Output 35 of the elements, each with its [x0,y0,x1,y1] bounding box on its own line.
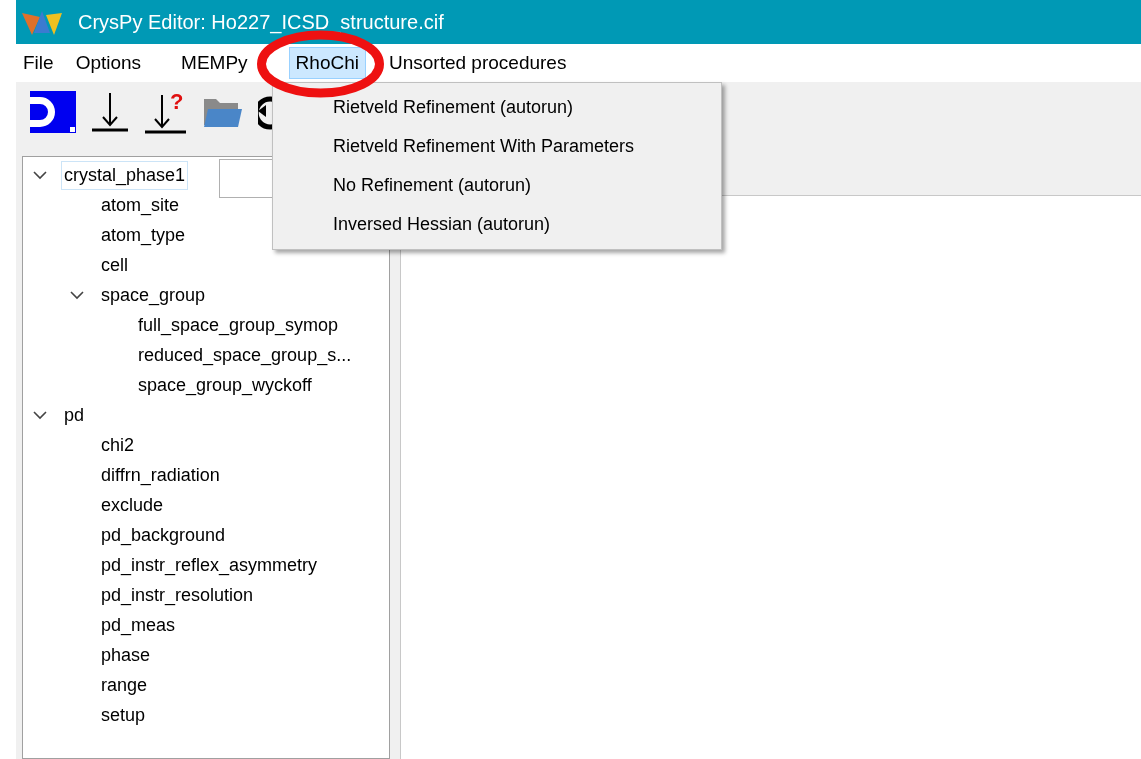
menu-item[interactable]: MEMPy [174,46,255,80]
menu-option[interactable]: No Refinement (autorun) [273,166,721,205]
tree-item[interactable]: space_group_wyckoff [135,370,315,400]
tree-item[interactable]: pd_background [98,520,229,550]
tree-item[interactable]: full_space_group_symop [135,310,342,340]
tree-item[interactable]: pd_instr_resolution [98,580,257,610]
menu-item[interactable]: File [16,46,61,80]
menu-item[interactable]: Unsorted procedures [382,46,574,80]
tree-item[interactable]: diffrn_radiation [98,460,223,490]
tree-item[interactable]: phase [98,640,154,670]
chevron-down-icon[interactable] [33,170,47,180]
tree-item[interactable]: atom_type [98,220,189,250]
tree-item[interactable]: setup [98,700,149,730]
menu-item[interactable]: Options [68,46,149,80]
input-field[interactable] [219,159,274,198]
window-title: CrysPy Editor: Ho227_ICSD_structure.cif [78,10,444,36]
d-logo-icon[interactable] [30,91,76,133]
tree-item[interactable]: atom_site [98,190,183,220]
tree-item[interactable]: reduced_space_group_s... [135,340,355,370]
tree-item[interactable]: crystal_phase1 [61,160,189,190]
tree-item[interactable]: exclude [98,490,167,520]
download-arrow-icon[interactable] [90,91,130,133]
menu-option[interactable]: Rietveld Refinement With Parameters [273,127,721,166]
chevron-down-icon[interactable] [70,290,84,300]
menu-option[interactable]: Rietveld Refinement (autorun) [273,88,721,127]
chevron-down-icon[interactable] [33,410,47,420]
menu-item[interactable]: RhoChi [288,46,366,80]
tree-item[interactable]: pd [61,400,88,430]
tree-item[interactable]: cell [98,250,131,280]
tree-item[interactable]: space_group [98,280,209,310]
tree-item[interactable]: range [98,670,151,700]
tree-item[interactable]: pd_meas [98,610,179,640]
menu-option[interactable]: Inversed Hessian (autorun) [273,205,721,244]
tree-item[interactable]: chi2 [98,430,138,460]
tree-item[interactable]: pd_instr_reflex_asymmetry [98,550,321,580]
